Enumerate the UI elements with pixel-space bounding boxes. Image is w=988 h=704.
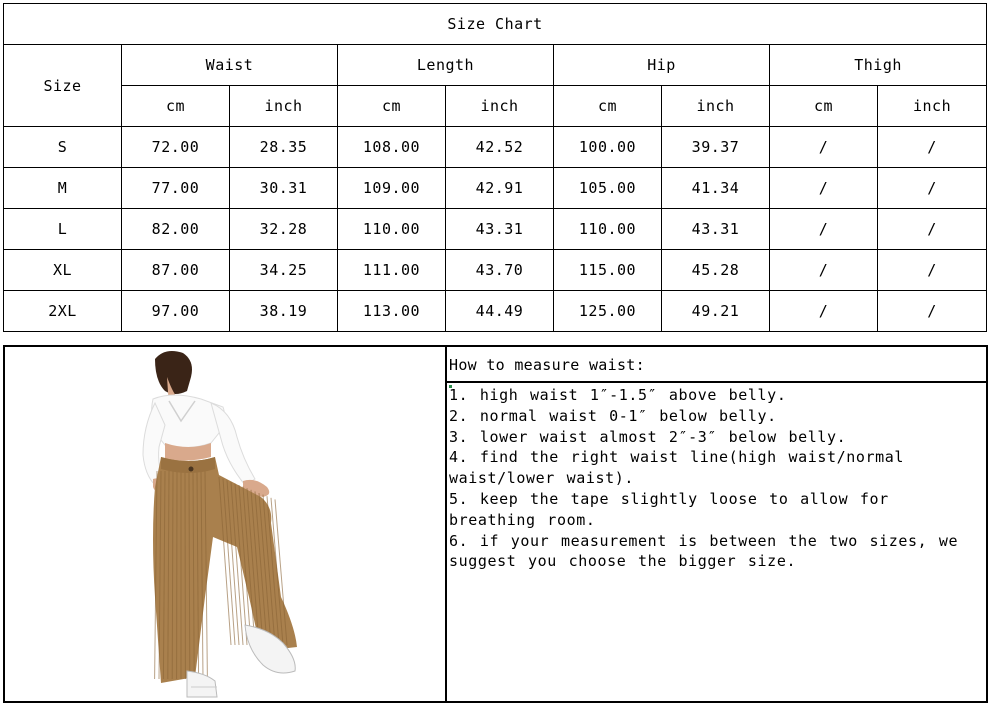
table-cell: 111.00 [337,249,446,291]
table-row: M 77.00 30.31 109.00 42.91 105.00 41.34 … [3,167,988,209]
table-cell: 32.28 [229,208,338,250]
table-cell: / [769,126,878,168]
table-cell: 110.00 [553,208,662,250]
table-cell: 45.28 [661,249,770,291]
size-label: S [3,126,122,168]
unit-header: inch [661,85,770,127]
measure-title: How to measure waist: [447,347,986,383]
table-cell: 43.70 [445,249,554,291]
table-cell: 72.00 [121,126,230,168]
size-column-header: Size [3,44,122,127]
size-label: M [3,167,122,209]
table-cell: / [769,249,878,291]
length-group-header: Length [337,44,554,86]
table-cell: / [876,208,988,250]
list-item: 5. keep the tape slightly loose to allow… [449,489,889,529]
unit-header: cm [337,85,446,127]
product-photo [5,347,447,701]
table-cell: 113.00 [337,290,446,332]
table-cell: / [769,290,878,332]
table-cell: 41.34 [661,167,770,209]
size-chart-table: Size Chart Size Waist Length Hip Thigh c… [2,3,988,332]
table-cell: 125.00 [553,290,662,332]
table-cell: 42.52 [445,126,554,168]
table-row: L 82.00 32.28 110.00 43.31 110.00 43.31 … [3,208,988,250]
table-cell: / [876,126,988,168]
table-row: 2XL 97.00 38.19 113.00 44.49 125.00 49.2… [3,290,988,332]
size-label: L [3,208,122,250]
unit-header: cm [769,85,878,127]
table-cell: 43.31 [445,208,554,250]
list-item: 1. high waist 1″-1.5″ above belly. [449,386,787,404]
size-label: XL [3,249,122,291]
table-row: XL 87.00 34.25 111.00 43.70 115.00 45.28… [3,249,988,291]
table-cell: 30.31 [229,167,338,209]
table-cell: 77.00 [121,167,230,209]
model-wearing-pants-image [142,351,297,698]
size-chart-title: Size Chart [2,3,988,45]
table-cell: / [876,249,988,291]
table-cell: 108.00 [337,126,446,168]
table-cell: / [769,208,878,250]
table-cell: 44.49 [445,290,554,332]
unit-header: cm [121,85,230,127]
table-cell: 97.00 [121,290,230,332]
table-cell: 109.00 [337,167,446,209]
unit-header: inch [445,85,554,127]
table-cell: 38.19 [229,290,338,332]
table-cell: 115.00 [553,249,662,291]
table-cell: 82.00 [121,208,230,250]
table-cell: 100.00 [553,126,662,168]
unit-header: inch [229,85,338,127]
hip-group-header: Hip [553,44,770,86]
table-row: S 72.00 28.35 108.00 42.52 100.00 39.37 … [3,126,988,168]
table-cell: 43.31 [661,208,770,250]
size-label: 2XL [3,290,122,332]
table-cell: 42.91 [445,167,554,209]
table-cell: 34.25 [229,249,338,291]
table-cell: 49.21 [661,290,770,332]
table-cell: 105.00 [553,167,662,209]
table-cell: / [876,167,988,209]
list-item: 2. normal waist 0-1″ below belly. [449,406,777,425]
list-item: 3. lower waist almost 2″-3″ below belly. [449,427,847,446]
table-cell: / [876,290,988,332]
measure-steps: 1. high waist 1″-1.5″ above belly. 2. no… [447,385,986,572]
table-cell: / [769,167,878,209]
table-cell: 28.35 [229,126,338,168]
list-item: 4. find the right waist line(high waist/… [449,448,905,488]
table-cell: 110.00 [337,208,446,250]
table-cell: 39.37 [661,126,770,168]
waist-group-header: Waist [121,44,338,86]
thigh-group-header: Thigh [768,44,988,86]
list-item: 6. if your measurement is between the tw… [449,531,959,571]
table-cell: 87.00 [121,249,230,291]
unit-header: inch [876,85,988,127]
measure-panel: How to measure waist: 1. high waist 1″-1… [3,345,988,703]
unit-header: cm [553,85,662,127]
